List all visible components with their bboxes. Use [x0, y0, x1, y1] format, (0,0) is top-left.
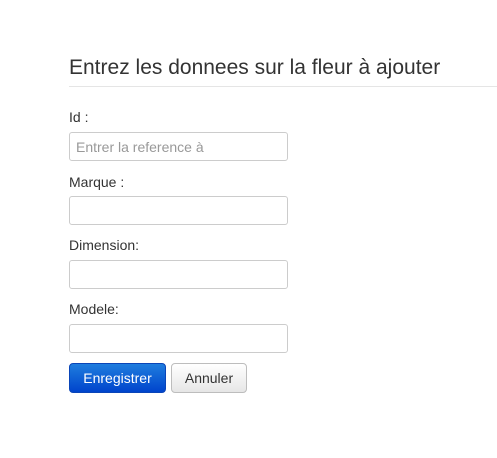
form-title: Entrez les donnees sur la fleur à ajoute…	[69, 56, 441, 79]
page: Entrez les donnees sur la fleur à ajoute…	[0, 0, 497, 458]
save-button[interactable]: Enregistrer	[69, 363, 166, 393]
title-divider	[69, 86, 497, 87]
marque-label: Marque :	[69, 174, 125, 190]
cancel-button[interactable]: Annuler	[171, 363, 247, 393]
id-label: Id :	[69, 109, 89, 125]
marque-input[interactable]	[69, 196, 288, 225]
id-input[interactable]	[69, 132, 288, 161]
modele-label: Modele:	[69, 301, 119, 317]
dimension-input[interactable]	[69, 260, 288, 289]
dimension-label: Dimension:	[69, 237, 140, 253]
modele-input[interactable]	[69, 324, 288, 353]
